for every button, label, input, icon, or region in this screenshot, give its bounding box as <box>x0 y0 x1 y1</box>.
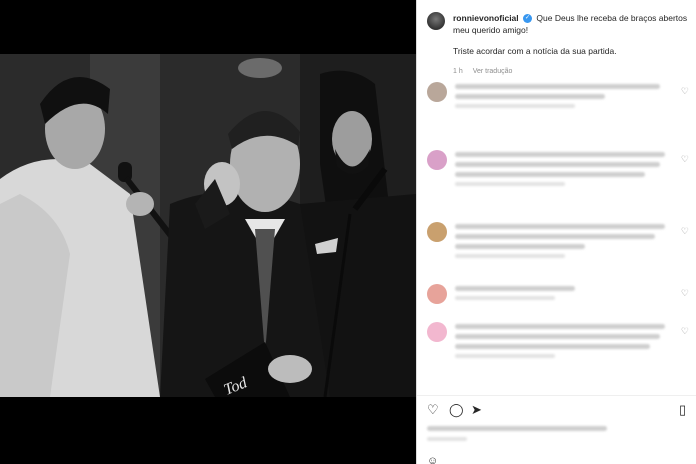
comment-item: ♡ <box>427 222 689 262</box>
post-date <box>427 437 467 441</box>
comment-like-icon[interactable]: ♡ <box>681 326 689 337</box>
comment-like-icon[interactable]: ♡ <box>681 154 689 165</box>
bookmark-icon[interactable]: ▯ <box>679 402 686 418</box>
post-photo: Tod <box>0 54 416 397</box>
heart-icon[interactable]: ♡ <box>427 402 439 418</box>
comment-item: ♡ <box>427 150 689 190</box>
emoji-icon[interactable]: ☺ <box>427 455 438 464</box>
post-details-panel: ronnievonoficial ✓ Que Deus lhe receba d… <box>416 0 696 464</box>
post-caption: ronnievonoficial ✓ Que Deus lhe receba d… <box>427 12 689 78</box>
comment-item: ♡ <box>427 82 689 122</box>
post-media: Tod <box>0 0 416 464</box>
comment-like-icon[interactable]: ♡ <box>681 288 689 299</box>
likes-summary <box>427 426 607 431</box>
avatar[interactable] <box>427 12 445 30</box>
comment-like-icon[interactable]: ♡ <box>681 86 689 97</box>
verified-icon: ✓ <box>523 14 533 24</box>
post-actions-bar: ♡ ◯ ➤ ▯ <box>417 395 696 420</box>
post-time: 1 h <box>453 68 463 75</box>
caption-text-2: Triste acordar com a notícia da sua part… <box>453 46 617 56</box>
comment-like-icon[interactable]: ♡ <box>681 226 689 237</box>
comment-item: ♡ <box>427 284 689 324</box>
photo-illustration <box>0 54 416 397</box>
share-icon[interactable]: ➤ <box>471 402 482 418</box>
comment-avatar[interactable] <box>427 284 447 304</box>
comment-avatar[interactable] <box>427 222 447 242</box>
comment-avatar[interactable] <box>427 150 447 170</box>
translate-link[interactable]: Ver tradução <box>473 68 513 75</box>
comment-item: ♡ <box>427 322 689 362</box>
comment-avatar[interactable] <box>427 322 447 342</box>
comment-avatar[interactable] <box>427 82 447 102</box>
post-username[interactable]: ronnievonoficial <box>453 13 519 23</box>
comment-icon[interactable]: ◯ <box>449 402 464 418</box>
